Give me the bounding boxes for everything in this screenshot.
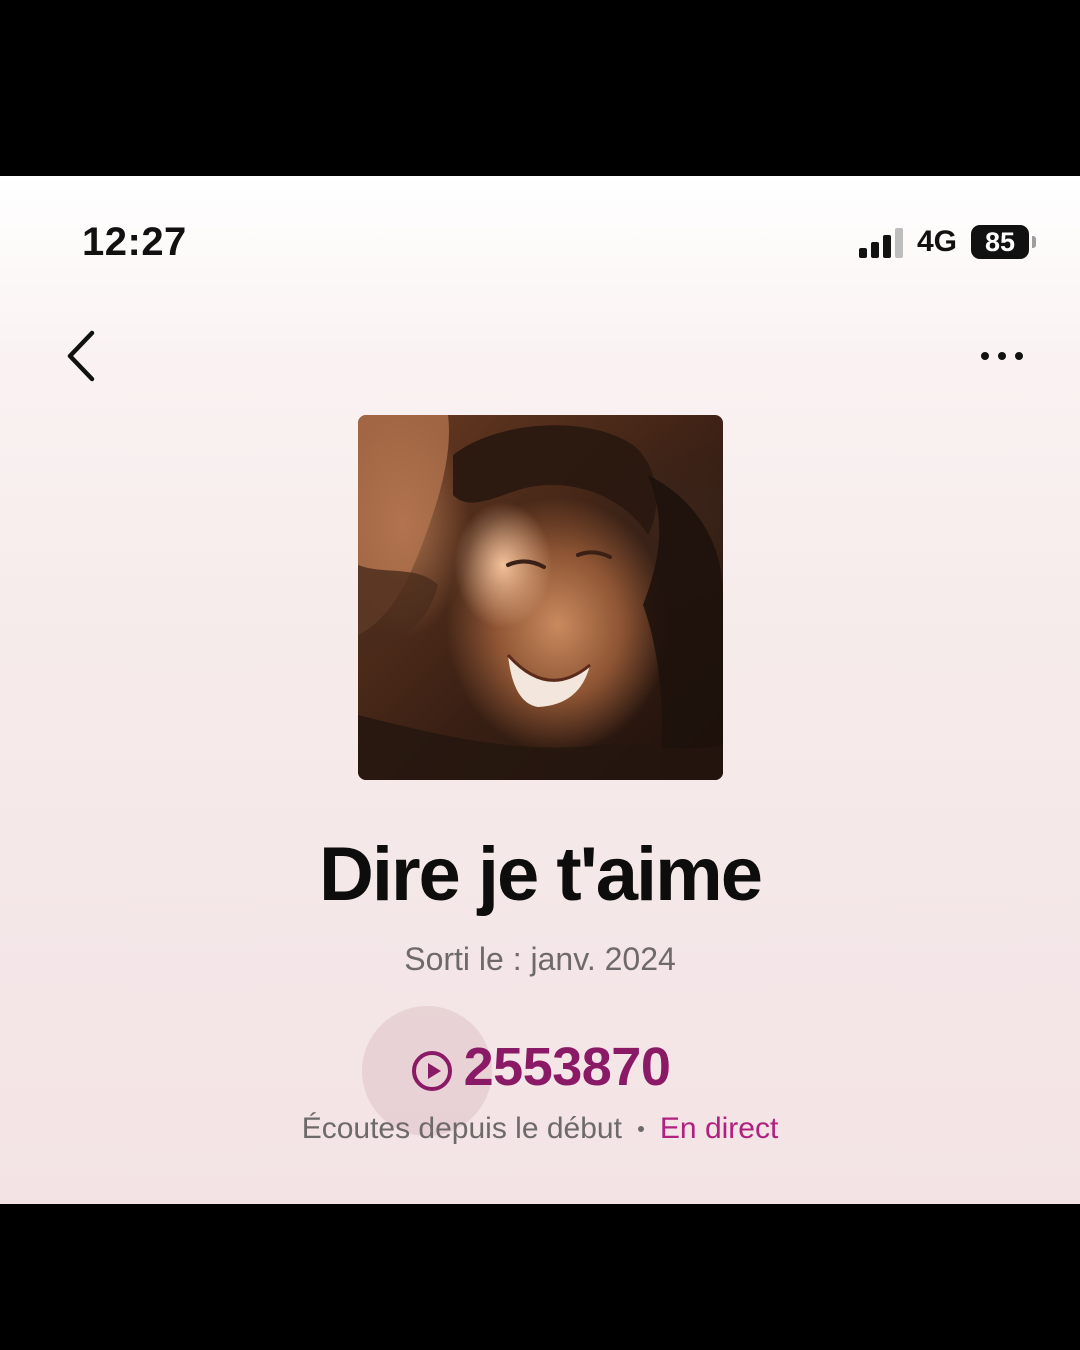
cover-illustration — [358, 415, 723, 780]
live-link[interactable]: En direct — [660, 1112, 778, 1146]
battery-level: 85 — [971, 225, 1029, 259]
back-button[interactable] — [52, 326, 108, 386]
cover-art — [358, 415, 723, 780]
chevron-left-icon — [67, 330, 95, 382]
more-horizontal-icon — [981, 352, 1023, 360]
play-circle-icon — [411, 1051, 452, 1091]
signal-icon — [858, 226, 903, 258]
letterbox-bottom — [0, 1204, 1080, 1350]
separator-dot — [637, 1126, 644, 1132]
more-options-button[interactable] — [972, 336, 1032, 376]
network-label: 4G — [916, 225, 957, 258]
status-indicators: 4G 85 — [858, 222, 1036, 262]
song-title: Dire je t'aime — [318, 832, 763, 917]
plays-caption-row: Écoutes depuis le début En direct — [0, 1112, 1080, 1146]
plays-caption: Écoutes depuis le début — [301, 1112, 622, 1145]
play-count: 2553870 — [463, 1037, 671, 1097]
release-date: Sorti le : janv. 2024 — [404, 941, 676, 977]
app-screen: 12:27 4G 85 Dire je t'aime Sorti le: ja… — [0, 176, 1080, 1204]
letterbox-top — [0, 0, 1080, 176]
play-count-row: 2553870 — [0, 1036, 1080, 1098]
battery-icon: 85 — [971, 225, 1036, 259]
status-time: 12:27 — [82, 220, 187, 264]
